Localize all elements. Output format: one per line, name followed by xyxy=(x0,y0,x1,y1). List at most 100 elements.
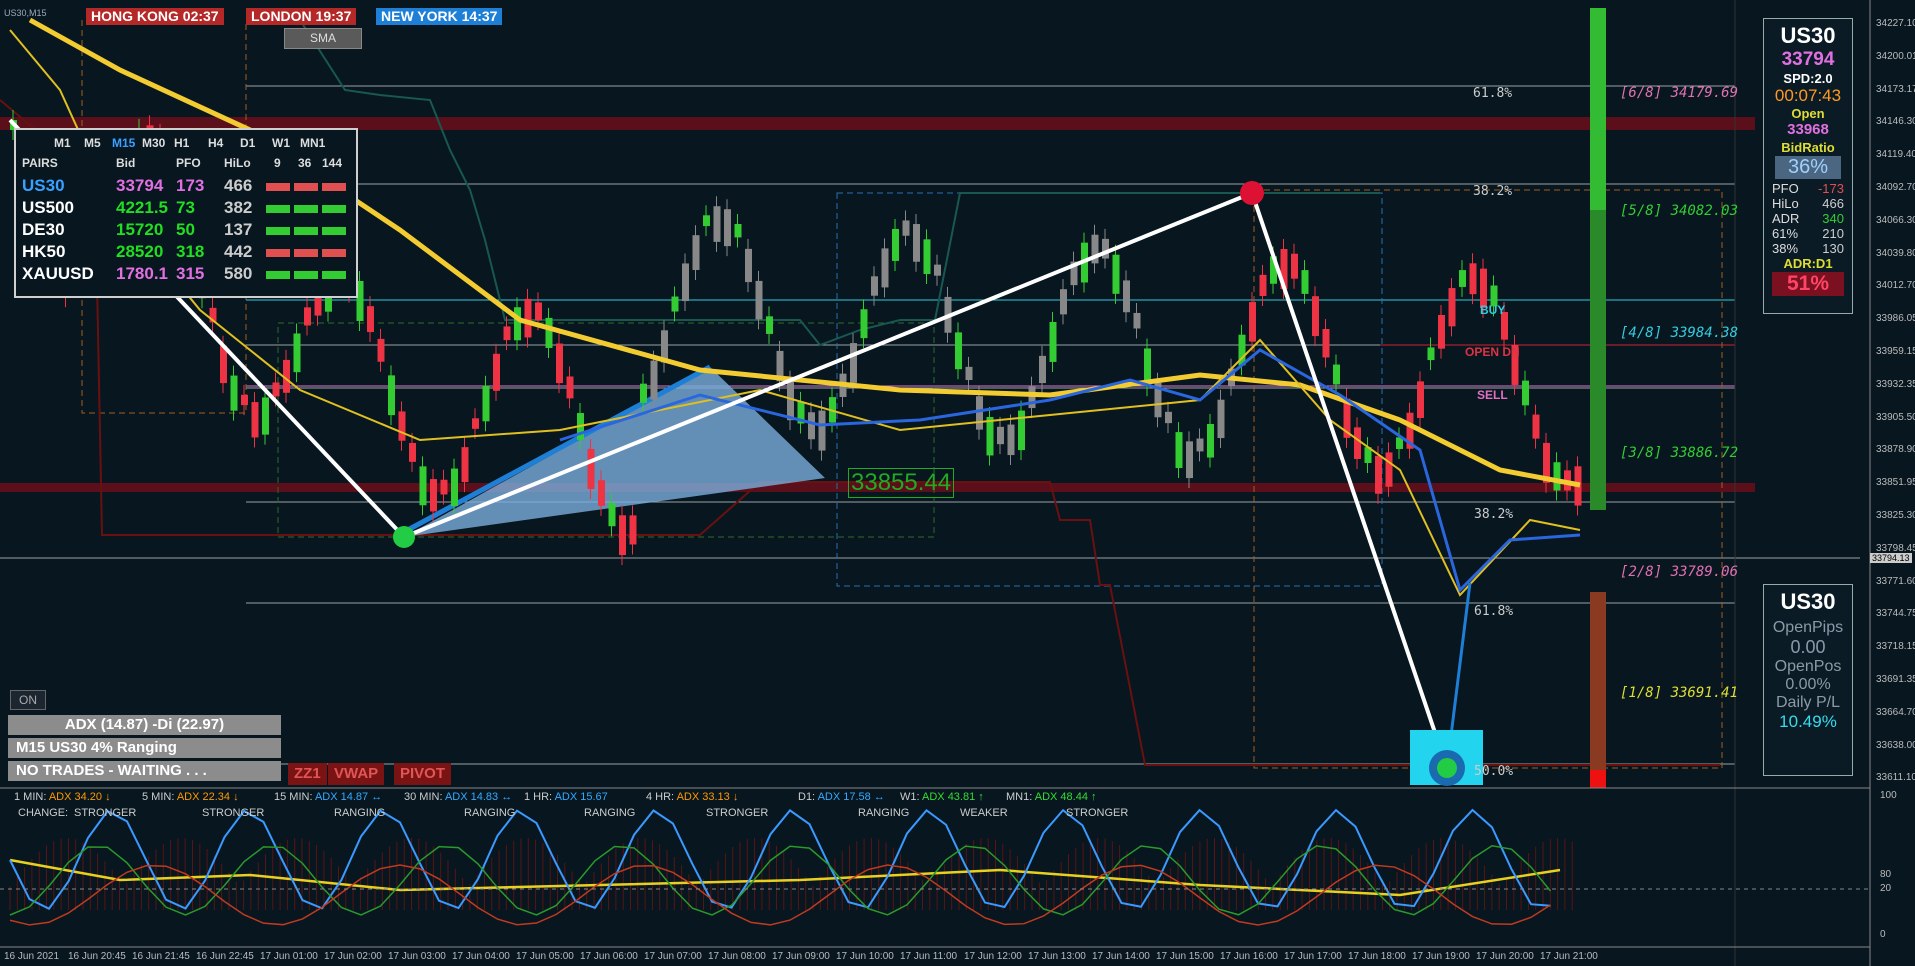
pair-pair: DE30 xyxy=(22,220,65,239)
stat-key: HiLo xyxy=(1772,196,1799,211)
candle-body xyxy=(902,220,910,236)
adx-value: ADX 34.20 ↓ xyxy=(48,791,111,803)
pair-row-hk50[interactable]: HK50 28520 318 442 xyxy=(16,242,356,264)
time-axis-label: 17 Jun 13:00 xyxy=(1028,951,1086,962)
candle-body xyxy=(430,479,437,512)
tf-m5[interactable]: M5 xyxy=(84,136,101,150)
adx-value: ADX 33.13 ↓ xyxy=(676,791,739,803)
candle-body xyxy=(1028,386,1036,409)
pair-pfo: 73 xyxy=(176,198,195,217)
candle-body xyxy=(1448,288,1456,327)
candle-body xyxy=(1469,263,1477,295)
candle-body xyxy=(766,316,773,334)
tf-m30[interactable]: M30 xyxy=(142,136,165,150)
tf-h1[interactable]: H1 xyxy=(174,136,189,150)
time-axis-label: 17 Jun 11:00 xyxy=(900,951,958,962)
stat-key: ADR xyxy=(1772,211,1800,226)
header-pairs: PAIRS xyxy=(22,156,58,170)
candle-body xyxy=(535,302,542,321)
price-axis-label: 33905.50 xyxy=(1876,411,1915,423)
candle-body xyxy=(860,309,868,339)
pair-hilo: 580 xyxy=(224,264,253,283)
pair-row-xauusd[interactable]: XAUUSD 1780.1 315 580 xyxy=(16,264,356,286)
pivot-button[interactable]: PIVOT xyxy=(394,763,452,785)
candle-body xyxy=(1553,462,1561,491)
candle-body xyxy=(1217,399,1225,439)
sma-button[interactable]: SMA xyxy=(284,28,362,49)
info-stats: PFO -173 HiLo 466 ADR 340 61% 210 38% 130 xyxy=(1764,181,1852,256)
candle-body xyxy=(304,307,311,326)
target-marker xyxy=(1437,758,1457,778)
candle-body xyxy=(493,353,500,391)
candle-body xyxy=(1007,424,1015,456)
info-bid-ratio: 36% xyxy=(1775,156,1841,179)
fib-box xyxy=(1253,189,1723,769)
adx-value: ADX 43.81 ↑ xyxy=(922,791,984,803)
pair-pair: XAUUSD xyxy=(22,264,94,283)
candle-body xyxy=(262,397,269,435)
tf-m1[interactable]: M1 xyxy=(54,136,71,150)
candle-body xyxy=(1322,328,1330,358)
info-candle-timer: 00:07:43 xyxy=(1774,86,1842,105)
price-axis-label: 33986.05 xyxy=(1876,313,1915,325)
tf-d1[interactable]: D1 xyxy=(240,136,255,150)
candle-body xyxy=(703,215,710,227)
info-spread: SPD:2.0 xyxy=(1783,71,1833,86)
pair-pfo: 173 xyxy=(176,176,205,195)
candle-body xyxy=(419,466,427,506)
adx-state: RANGING xyxy=(464,807,516,819)
pair-bid: 1780.1 xyxy=(116,264,168,283)
time-axis-label: 17 Jun 12:00 xyxy=(964,951,1022,962)
info-symbol: US30 xyxy=(1780,23,1836,48)
pair-row-de30[interactable]: DE30 15720 50 137 xyxy=(16,220,356,242)
header-9: 9 xyxy=(274,156,281,170)
tf-w1[interactable]: W1 xyxy=(272,136,290,150)
candle-body xyxy=(1112,254,1120,294)
trend-bar-green xyxy=(294,205,318,213)
adx-timeframe: W1: xyxy=(900,791,923,803)
header-bid: Bid xyxy=(116,156,136,170)
candle-body xyxy=(587,448,595,489)
time-axis-label: 17 Jun 14:00 xyxy=(1092,951,1150,962)
symbol-timeframe-tag: US30,M15 xyxy=(4,8,47,18)
tf-h4[interactable]: H4 xyxy=(208,136,223,150)
price-axis-label: 33851.95 xyxy=(1876,477,1915,489)
header-36: 36 xyxy=(298,156,312,170)
adx-red-line xyxy=(9,864,1551,926)
candle-body xyxy=(556,343,563,384)
candle-body xyxy=(388,375,395,416)
pair-row-us30[interactable]: US30 33794 173 466 xyxy=(16,176,356,198)
adx-state: RANGING xyxy=(858,807,910,819)
candle-body xyxy=(1385,452,1393,487)
candle-body xyxy=(997,426,1004,445)
stat-value: 340 xyxy=(1822,211,1844,226)
pair-hilo: 442 xyxy=(224,242,253,261)
price-axis-label: 33825.30 xyxy=(1876,510,1915,521)
adx-value: ADX 48.44 ↑ xyxy=(1034,791,1097,803)
info-adr-label: ADR:D1 xyxy=(1783,256,1833,271)
adx-item: MN1: ADX 48.44 ↑ xyxy=(1006,791,1097,803)
adx-timeframe: MN1: xyxy=(1006,791,1035,803)
time-axis-label: 17 Jun 07:00 xyxy=(644,951,702,962)
murrey-level: [1/8] 33691.41 xyxy=(1620,685,1739,701)
pair-row-us500[interactable]: US500 4221.5 73 382 xyxy=(16,198,356,220)
adx-item: W1: ADX 43.81 ↑ xyxy=(900,791,984,803)
price-axis-label: 33638.00 xyxy=(1876,739,1915,751)
fib-618-top-label: 61.8% xyxy=(1473,86,1513,101)
pair-bid: 28520 xyxy=(116,242,164,261)
adx-value: ADX 14.83 ↔ xyxy=(444,791,513,803)
adx-timeframe: 15 MIN: xyxy=(274,791,315,803)
pair-pfo: 315 xyxy=(176,264,205,283)
on-toggle-button[interactable]: ON xyxy=(10,690,46,710)
zz1-button[interactable]: ZZ1 xyxy=(288,763,327,785)
candle-body xyxy=(1301,270,1309,294)
candle-body xyxy=(755,280,763,320)
candle-body xyxy=(671,296,679,312)
pair-bid: 15720 xyxy=(116,220,164,239)
tf-mn1[interactable]: MN1 xyxy=(300,136,325,150)
tf-m15[interactable]: M15 xyxy=(112,136,135,150)
osc-axis-label: 20 xyxy=(1880,883,1892,894)
fib-382-top-label: 38.2% xyxy=(1473,184,1513,199)
vwap-button[interactable]: VWAP xyxy=(328,763,385,785)
candle-body xyxy=(934,264,941,276)
